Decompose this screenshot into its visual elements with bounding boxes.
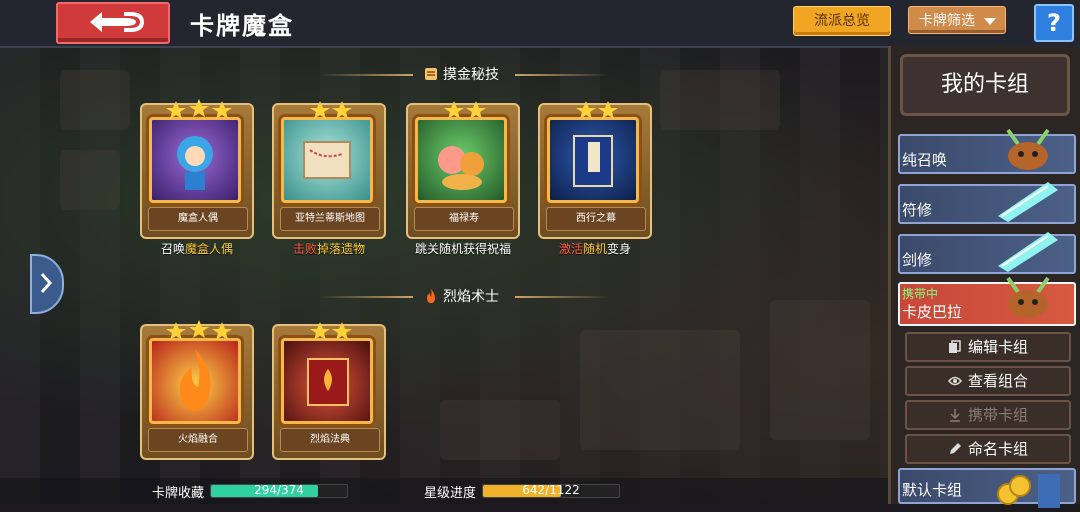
card-effect: 召唤魔盒人偶 (160, 242, 234, 256)
collection-value: 294/374 (254, 483, 304, 497)
flame-icon (179, 349, 211, 411)
book-icon (573, 135, 613, 187)
card-fu-lu-shou[interactable]: 福禄寿 跳关随机获得祝福 (406, 101, 520, 263)
star-rating (166, 99, 232, 119)
card-art (547, 117, 639, 203)
school-overview-button[interactable]: 流派总览 (793, 6, 891, 36)
section-divider (318, 74, 413, 76)
deck-label: 默认卡组 (902, 481, 963, 499)
rename-deck-button[interactable]: 命名卡组 (905, 434, 1071, 464)
deck-panel-title: 我的卡组 (900, 54, 1070, 116)
section-divider (515, 296, 610, 298)
section-header-flame: 烈焰术士 (408, 286, 514, 308)
card-effect: 跳关随机获得祝福 (414, 242, 512, 256)
star-progress-bar: 642/1122 (482, 483, 620, 498)
pencil-icon (949, 443, 961, 454)
back-arrow-icon (90, 12, 145, 32)
crystal-sword-icon (998, 232, 1058, 272)
section-divider (318, 296, 413, 298)
card-name: 亚特兰蒂斯地图 (280, 207, 380, 231)
card-effect: 击败掉落遗物 (292, 242, 366, 256)
page-title: 卡牌魔盒 (190, 12, 294, 40)
deck-label: 纯召唤 (902, 151, 948, 169)
copy-icon (948, 340, 961, 353)
deer-head-icon (1006, 276, 1050, 318)
card-name: 西行之幕 (546, 207, 646, 231)
card-art (415, 117, 507, 203)
deck-item-talisman[interactable]: 符修 (898, 182, 1076, 224)
card-art (149, 117, 241, 203)
section-title: 摸金秘技 (443, 67, 499, 83)
deck-label: 卡皮巴拉 (902, 303, 963, 321)
card-art (281, 338, 373, 424)
star-rating (310, 101, 352, 119)
section-header-treasure: 摸金秘技 (408, 64, 514, 86)
card-flame-codex[interactable]: 烈焰法典 (272, 322, 386, 484)
card-filter-dropdown[interactable]: 卡牌筛选 (908, 6, 1006, 34)
deck-item-capybara[interactable]: 携带中 卡皮巴拉 (898, 276, 1076, 326)
card-name: 火焰融合 (148, 428, 248, 452)
star-rating (310, 322, 352, 340)
top-bar: 卡牌魔盒 流派总览 卡牌筛选 ? (0, 0, 1080, 48)
back-button[interactable] (56, 2, 170, 44)
card-atlantis-map[interactable]: 亚特兰蒂斯地图 击败掉落遗物 (272, 101, 386, 263)
star-rating (444, 101, 486, 119)
star-progress-value: 642/1122 (522, 483, 580, 497)
help-button[interactable]: ? (1034, 4, 1074, 42)
card-name: 福禄寿 (414, 207, 514, 231)
star-rating (166, 320, 232, 340)
card-name: 魔盒人偶 (148, 207, 248, 231)
star-rating (576, 101, 618, 119)
card-magic-box-doll[interactable]: 魔盒人偶 召唤魔盒人偶 (140, 99, 254, 263)
star-progress-label: 星级进度 (424, 486, 477, 501)
deck-label: 剑修 (902, 251, 933, 269)
card-art (281, 117, 373, 203)
card-journey-west[interactable]: 西行之幕 激活随机变身 (538, 101, 652, 263)
deck-label: 符修 (902, 201, 933, 219)
chevron-down-icon (984, 18, 996, 25)
eye-icon (947, 376, 962, 386)
fire-icon (427, 289, 435, 303)
map-icon (303, 141, 351, 179)
scroll-icon (425, 68, 437, 80)
deck-item-sword[interactable]: 剑修 (898, 232, 1076, 274)
deck-item-default[interactable]: 默认卡组 (898, 468, 1076, 508)
peach-gourd-icon (438, 146, 484, 190)
carried-tag: 携带中 (902, 287, 939, 301)
deer-head-icon (1006, 128, 1050, 170)
download-icon (949, 409, 960, 422)
card-fire-fusion[interactable]: 火焰融合 (140, 320, 254, 484)
card-art (149, 338, 241, 424)
section-title: 烈焰术士 (443, 289, 499, 305)
collection-label: 卡牌收藏 (152, 486, 205, 501)
card-name: 烈焰法典 (280, 428, 380, 452)
red-book-icon (307, 358, 349, 406)
coins-icon (997, 474, 1060, 508)
edit-deck-button[interactable]: 编辑卡组 (905, 332, 1071, 362)
doll-icon (177, 136, 213, 190)
deck-item-summon[interactable]: 纯召唤 (898, 128, 1076, 174)
crystal-sword-icon (998, 182, 1058, 222)
card-effect: 激活随机变身 (558, 242, 632, 256)
carry-deck-button[interactable]: 携带卡组 (905, 400, 1071, 430)
collection-progress-bar: 294/374 (210, 483, 348, 498)
section-divider (515, 74, 610, 76)
chevron-right-icon (40, 273, 53, 293)
card-filter-label: 卡牌筛选 (919, 13, 975, 29)
deck-panel: 我的卡组 纯召唤 符修 剑修 携带中 卡皮巴拉 编辑卡组 查看组合 携带卡组 命… (888, 46, 1080, 508)
view-combo-button[interactable]: 查看组合 (905, 366, 1071, 396)
